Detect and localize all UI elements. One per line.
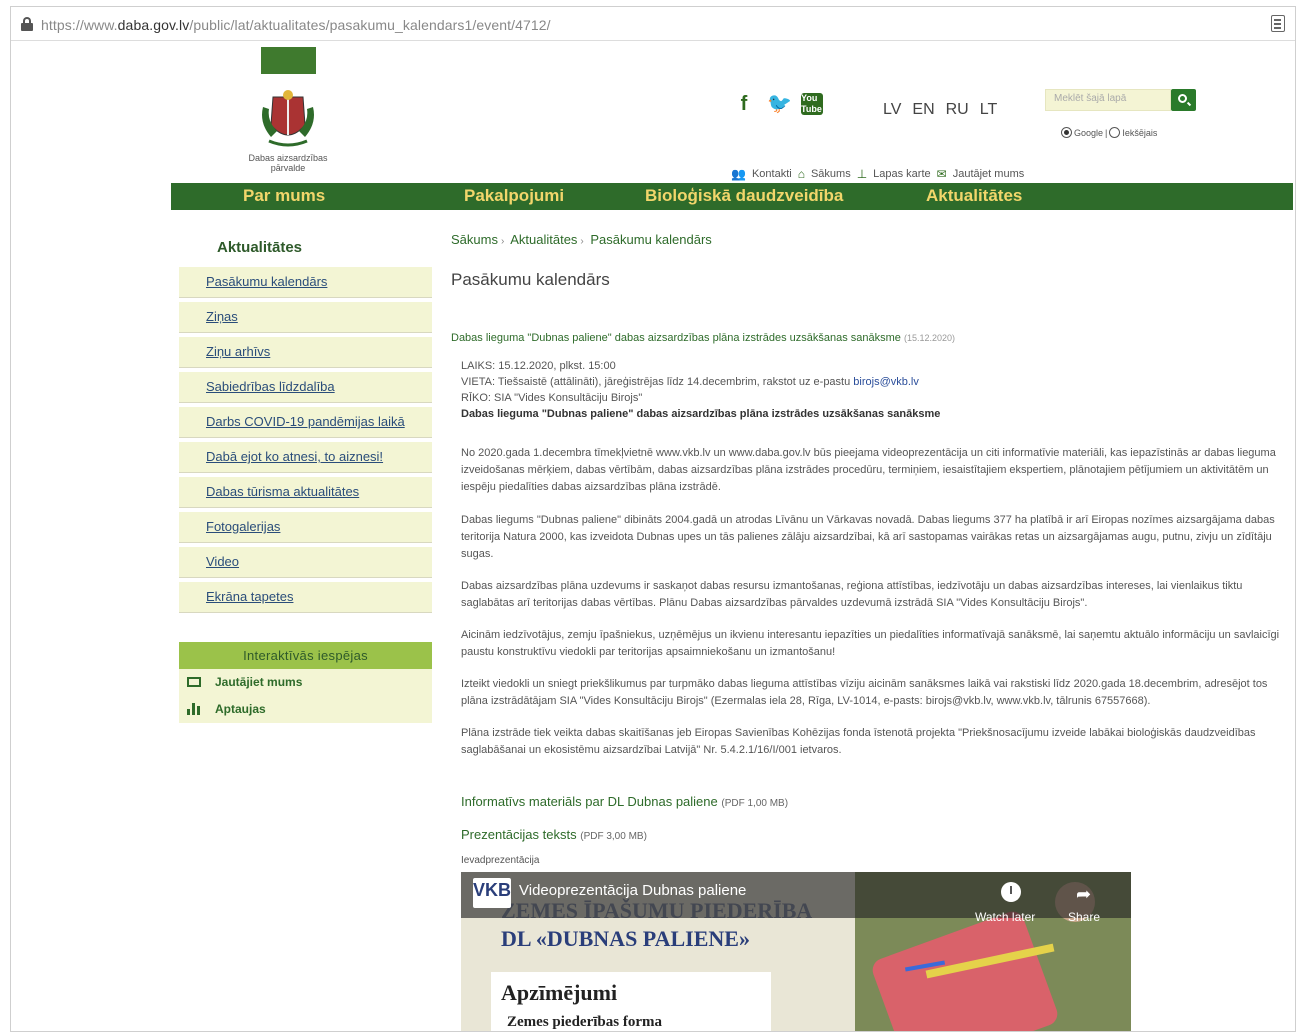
- lock-icon: [21, 17, 33, 31]
- logo-text: Dabas aizsardzības pārvalde: [248, 153, 328, 173]
- site-header: Dabas aizsardzības pārvalde f 🐦 You Tube…: [11, 41, 1295, 183]
- sidebar-item-news[interactable]: Ziņas: [179, 302, 432, 333]
- sidebar-item-galleries[interactable]: Fotogalerijas: [179, 512, 432, 543]
- event-info: LAIKS: 15.12.2020, plkst. 15:00 VIETA: T…: [461, 358, 1061, 422]
- interactive-polls[interactable]: Aptaujas: [179, 696, 432, 723]
- share-icon[interactable]: ➦: [1076, 884, 1091, 905]
- youtube-icon[interactable]: You Tube: [801, 93, 823, 115]
- email-link[interactable]: birojs@vkb.lv: [853, 376, 919, 388]
- nav-biodiversity[interactable]: Bioloģiskā daudzveidība: [645, 186, 843, 206]
- sidebar-item-participation[interactable]: Sabiedrības līdzdalība: [179, 372, 432, 403]
- radio-internal-label: Iekšējais: [1122, 127, 1158, 138]
- sidebar: Aktualitātes Pasākumu kalendārs Ziņas Zi…: [179, 227, 432, 723]
- event-title-link[interactable]: Dabas lieguma "Dubnas paliene" dabas aiz…: [451, 332, 955, 344]
- slide-legend: Apzīmējumi Zemes piederības forma: [491, 972, 771, 1031]
- browser-window: https://www.daba.gov.lv/public/lat/aktua…: [10, 6, 1296, 1032]
- breadcrumb-home[interactable]: Sākums: [451, 232, 498, 247]
- sidebar-item-nature-trash[interactable]: Dabā ejot ko atnesi, to aiznesi!: [179, 442, 432, 473]
- event-organizer: RĪKO: SIA "Vides Konsultāciju Birojs": [461, 392, 643, 404]
- slide-heading-2: DL «DUBNAS PALIENE»: [501, 926, 750, 951]
- lang-lv[interactable]: LV: [883, 101, 901, 119]
- paragraph-1: No 2020.gada 1.decembra tīmekļvietnē www…: [461, 447, 1276, 493]
- watch-later-button[interactable]: Watch later: [975, 910, 1035, 924]
- event-time: LAIKS: 15.12.2020, plkst. 15:00: [461, 360, 616, 372]
- nav-news[interactable]: Aktualitātes: [926, 186, 1022, 206]
- page-title: Pasākumu kalendārs: [451, 270, 610, 289]
- event-bold-title: Dabas lieguma "Dubnas paliene" dabas aiz…: [461, 408, 941, 420]
- breadcrumb-calendar[interactable]: Pasākumu kalendārs: [590, 232, 711, 247]
- radio-google-label: Google: [1074, 127, 1104, 138]
- coat-of-arms-logo[interactable]: [259, 87, 317, 149]
- language-switcher: LV EN RU LT: [883, 101, 997, 119]
- sidebar-title: Aktualitātes: [217, 239, 303, 256]
- mail-icon: ✉: [936, 167, 947, 181]
- sidebar-item-archive[interactable]: Ziņu arhīvs: [179, 337, 432, 368]
- interactive-ask-label: Jautājiet mums: [215, 675, 303, 689]
- link-ask-us[interactable]: Jautājet mums: [953, 168, 1025, 180]
- legend-subtitle: Zemes piederības forma: [507, 1014, 662, 1030]
- event-title: Dabas lieguma "Dubnas paliene" dabas aiz…: [451, 332, 901, 344]
- breadcrumb-news[interactable]: Aktualitātes: [510, 232, 577, 247]
- sidebar-item-video[interactable]: Video: [179, 547, 432, 578]
- sidebar-item-tourism[interactable]: Dabas tūrisma aktualitātes: [179, 477, 432, 508]
- search-button[interactable]: [1171, 89, 1196, 111]
- doc-link-presentation-meta: (PDF 3,00 MB): [580, 831, 647, 842]
- interactive-ask-us[interactable]: Jautājiet mums: [179, 669, 432, 696]
- paragraph-6: Plāna izstrāde tiek veikta dabas skaitīš…: [461, 727, 1256, 756]
- main-nav: Par mums Pakalpojumi Bioloģiskā daudzvei…: [171, 183, 1293, 210]
- nav-about[interactable]: Par mums: [243, 186, 325, 206]
- address-bar[interactable]: https://www.daba.gov.lv/public/lat/aktua…: [11, 7, 1295, 41]
- doc-link-info[interactable]: Informatīvs materiāls par DL Dubnas pali…: [461, 794, 788, 809]
- interactive-title: Interaktīvās iespējas: [179, 642, 432, 669]
- link-sitemap[interactable]: Lapas karte: [873, 168, 930, 180]
- sidebar-item-wallpapers[interactable]: Ekrāna tapetes: [179, 582, 432, 613]
- event-place: VIETA: Tiešsaistē (attālināti), jāreģist…: [461, 376, 919, 388]
- bar-chart-icon: [187, 703, 201, 715]
- radio-internal[interactable]: [1109, 127, 1121, 138]
- paragraph-2: Dabas liegums "Dubnas paliene" dibināts …: [461, 514, 1275, 560]
- search-input[interactable]: Meklēt šajā lapā: [1045, 89, 1171, 111]
- interactive-box: Interaktīvās iespējas Jautājiet mums Apt…: [179, 642, 432, 723]
- paragraph-5: Izteikt viedokli un sniegt priekšlikumus…: [461, 678, 1268, 707]
- top-links: 👥 Kontakti ⌂ Sākums ⊥ Lapas karte ✉ Jaut…: [731, 167, 1024, 181]
- nav-services[interactable]: Pakalpojumi: [464, 186, 564, 206]
- link-home[interactable]: Sākums: [811, 168, 851, 180]
- doc-link-info-meta: (PDF 1,00 MB): [721, 798, 789, 809]
- contacts-icon: 👥: [731, 167, 746, 181]
- reader-mode-icon[interactable]: [1271, 15, 1285, 32]
- clock-icon[interactable]: [1001, 882, 1021, 902]
- paragraph-4: Aicinām iedzīvotājus, zemju īpašniekus, …: [461, 629, 1280, 658]
- radio-google[interactable]: [1061, 127, 1072, 138]
- social-links: f 🐦 You Tube: [733, 93, 823, 115]
- interactive-polls-label: Aptaujas: [215, 702, 266, 716]
- paragraph-3: Dabas aizsardzības plāna uzdevums ir sas…: [461, 580, 1243, 609]
- doc-link-info-label: Informatīvs materiāls par DL Dubnas pali…: [461, 794, 718, 809]
- flag-bar: [261, 47, 316, 74]
- search-icon: [1178, 94, 1187, 103]
- home-icon: ⌂: [797, 167, 805, 181]
- sidebar-item-calendar[interactable]: Pasākumu kalendārs: [179, 267, 432, 298]
- facebook-icon[interactable]: f: [733, 93, 755, 115]
- doc-link-presentation[interactable]: Prezentācijas teksts (PDF 3,00 MB): [461, 827, 647, 842]
- envelope-icon: [187, 677, 201, 687]
- legend-title: Apzīmējumi: [501, 980, 618, 1005]
- lang-en[interactable]: EN: [912, 101, 934, 119]
- breadcrumb: Sākums › Aktualitātes › Pasākumu kalendārs: [451, 232, 712, 247]
- link-contacts[interactable]: Kontakti: [752, 168, 792, 180]
- doc-link-presentation-label: Prezentācijas teksts: [461, 827, 577, 842]
- lang-ru[interactable]: RU: [946, 101, 969, 119]
- video-label: Ievadprezentācija: [461, 855, 540, 866]
- lang-lt[interactable]: LT: [980, 101, 997, 119]
- event-date: (15.12.2020): [903, 333, 956, 343]
- search-scope: Google | Iekšējais: [1061, 127, 1157, 138]
- channel-logo[interactable]: VKB: [473, 878, 511, 908]
- url-text[interactable]: https://www.daba.gov.lv/public/lat/aktua…: [41, 17, 551, 33]
- video-player[interactable]: ZEMES ĪPAŠUMU PIEDERĪBA DL «DUBNAS PALIE…: [461, 872, 1131, 1031]
- main-content: Sākums › Aktualitātes › Pasākumu kalendārs…: [451, 232, 1291, 1031]
- share-button[interactable]: Share: [1068, 910, 1100, 924]
- sitemap-icon: ⊥: [856, 167, 868, 181]
- twitter-icon[interactable]: 🐦: [767, 93, 792, 115]
- video-title[interactable]: Videoprezentācija Dubnas paliene: [519, 882, 746, 899]
- sidebar-item-covid[interactable]: Darbs COVID-19 pandēmijas laikā: [179, 407, 432, 438]
